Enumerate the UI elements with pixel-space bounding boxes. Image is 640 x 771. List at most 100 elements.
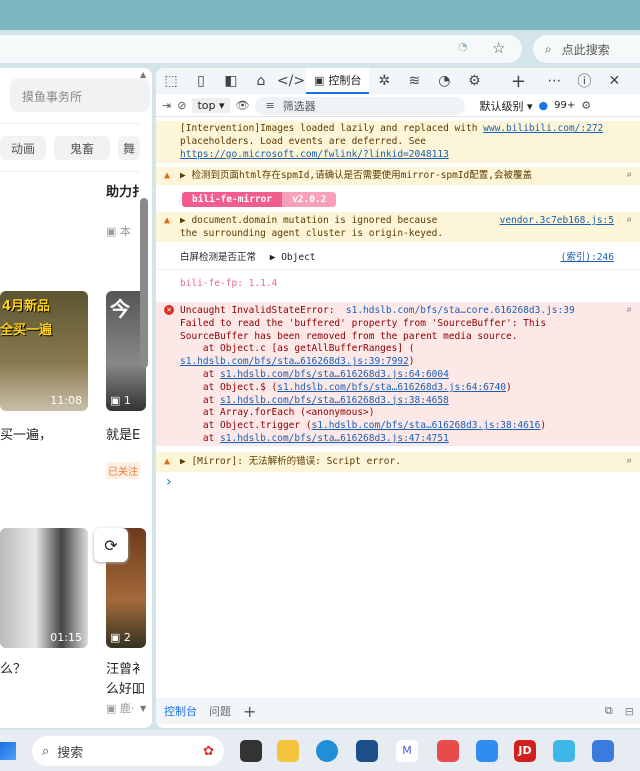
- task-view-icon[interactable]: [240, 740, 262, 762]
- console-message-warning: ▲ ▶ [Mirror]: 无法解析的错误: Script error. ⌕: [156, 452, 640, 472]
- thumb-caption: 今: [110, 297, 130, 321]
- dock-side-icon[interactable]: ◧: [216, 68, 246, 94]
- stack-line: at Object.$ (s1.hdslb.com/bfs/sta…616268…: [180, 382, 632, 395]
- docs-link[interactable]: https://go.microsoft.com/fwlink/?linkid=…: [180, 149, 632, 162]
- bilibili-app-icon[interactable]: [553, 740, 575, 762]
- video-thumbnail[interactable]: 01:15: [0, 528, 88, 648]
- taskbar: ⌕ 搜索 ✿ M JD: [0, 730, 640, 771]
- stack-source-link[interactable]: s1.hdslb.com/bfs/sta…616268d3.js:38:4658: [220, 395, 449, 406]
- devtools-tabbar: ⬚ ▯ ◧ ⌂ </> ▣ 控制台 ✲ ≋ ◔ ⚙ + ⋯ ⓘ ✕: [156, 68, 640, 94]
- add-drawer-tab-icon[interactable]: +: [243, 702, 256, 721]
- inspect-element-icon[interactable]: ⬚: [156, 68, 186, 94]
- source-link[interactable]: vendor.3c7eb168.js:5: [500, 215, 614, 228]
- play-count-value: 1: [123, 394, 131, 407]
- divider: [0, 123, 140, 124]
- stack-line: s1.hdslb.com/bfs/sta…616268d3.js:39:7992…: [180, 356, 632, 369]
- start-windows-icon[interactable]: [0, 742, 16, 760]
- help-icon[interactable]: ⓘ: [569, 68, 599, 94]
- refresh-feed-button[interactable]: ⟳: [94, 528, 128, 562]
- address-bar[interactable]: ◔ ☆: [0, 35, 522, 63]
- page-scrollbar-thumb[interactable]: [140, 198, 148, 368]
- jd-app-icon[interactable]: JD: [514, 740, 536, 762]
- video-title[interactable]: 买一遍，: [0, 424, 52, 443]
- taskbar-search[interactable]: ⌕ 搜索 ✿: [32, 736, 224, 766]
- search-message-icon[interactable]: ⌕: [626, 215, 632, 228]
- stack-text: at: [180, 368, 221, 380]
- console-prompt[interactable]: ›: [166, 474, 172, 490]
- chip-dance[interactable]: 舞: [118, 136, 140, 160]
- welcome-home-icon[interactable]: ⌂: [246, 68, 276, 94]
- video-duration: 11:08: [50, 394, 82, 407]
- search-message-icon[interactable]: ⌕: [626, 456, 632, 469]
- video-title[interactable]: 么？: [0, 658, 26, 677]
- stack-source-link[interactable]: s1.hdslb.com/bfs/sta…616268d3.js:47:4751: [220, 433, 449, 444]
- clear-console-icon[interactable]: ⊘: [177, 99, 186, 112]
- sources-bug-icon[interactable]: ✲: [369, 68, 399, 94]
- issues-icon[interactable]: ●: [539, 99, 549, 112]
- settings-gear-icon[interactable]: ⚙: [581, 99, 591, 112]
- chip-kichiku[interactable]: 鬼畜: [54, 136, 110, 160]
- uploader[interactable]: ▣ 鹿·: [106, 700, 134, 716]
- app-icon[interactable]: M: [396, 740, 418, 762]
- context-value: top: [197, 99, 216, 112]
- uploader-name: 本: [119, 225, 131, 238]
- memory-chip-icon[interactable]: ⚙: [459, 68, 489, 94]
- close-drawer-icon[interactable]: ⊟: [625, 705, 634, 718]
- scroll-down-arrow[interactable]: ▼: [140, 704, 146, 713]
- log-level-select[interactable]: 默认级别 ▾: [479, 98, 532, 114]
- message-text[interactable]: ▶ [Mirror]: 无法解析的错误: Script error.: [180, 456, 401, 467]
- drawer-tab-console[interactable]: 控制台: [164, 703, 197, 719]
- browser-search-box[interactable]: ⌕ 点此搜索: [533, 35, 640, 63]
- source-link[interactable]: s1.hdslb.com/bfs/sta…core.616268d3.js:39: [346, 305, 575, 316]
- video-title-line2[interactable]: 么好吅: [106, 678, 145, 697]
- video-thumbnail[interactable]: 4月新品 全买一遍 11:08: [0, 291, 88, 411]
- refresh-icon[interactable]: ◔: [458, 40, 468, 53]
- drawer-tab-issues[interactable]: 问题: [209, 703, 231, 719]
- file-explorer-icon[interactable]: [277, 740, 299, 762]
- scroll-up-arrow[interactable]: ▲: [140, 70, 146, 79]
- stack-text: ): [408, 356, 415, 368]
- search-message-icon[interactable]: ⌕: [626, 170, 632, 183]
- search-message-icon[interactable]: ⌕: [626, 305, 632, 318]
- feishu-app-icon[interactable]: [592, 740, 614, 762]
- object-expander[interactable]: ▶ Object: [270, 252, 316, 263]
- stack-text: at: [180, 432, 221, 444]
- network-wifi-icon[interactable]: ≋: [399, 68, 429, 94]
- message-text[interactable]: ▶ 检测到页面html存在spmId,请确认是否需要使用mirror-spmId…: [180, 170, 532, 181]
- search-icon: ⌕: [545, 41, 552, 56]
- stack-source-link[interactable]: s1.hdslb.com/bfs/sta…616268d3.js:64:6004: [220, 369, 449, 380]
- video-title[interactable]: 助力扌: [106, 181, 145, 200]
- stack-source-link[interactable]: s1.hdslb.com/bfs/sta…616268d3.js:39:7992: [180, 356, 409, 367]
- live-expression-eye-icon[interactable]: 👁: [236, 99, 250, 112]
- video-title[interactable]: 汪曾衤: [106, 658, 145, 677]
- video-title[interactable]: 就是E: [106, 424, 140, 443]
- context-selector[interactable]: top ▾: [192, 98, 230, 113]
- play-count-value: 2: [123, 631, 131, 644]
- dock-drawer-icon[interactable]: ⧉: [605, 704, 613, 718]
- issues-count[interactable]: 99+: [554, 100, 575, 111]
- stack-source-link[interactable]: s1.hdslb.com/bfs/sta…616268d3.js:38:4616: [312, 420, 541, 431]
- huawei-app-icon[interactable]: [437, 740, 459, 762]
- tab-console[interactable]: ▣ 控制台: [306, 68, 370, 94]
- more-tools-plus-icon[interactable]: +: [503, 68, 533, 94]
- stack-source-link[interactable]: s1.hdslb.com/bfs/sta…616268d3.js:64:6740: [277, 382, 506, 393]
- page-search-input[interactable]: 摸鱼事务所: [10, 78, 150, 112]
- favorite-star-icon[interactable]: ☆: [492, 39, 505, 57]
- device-emulation-icon[interactable]: ▯: [186, 68, 216, 94]
- store-icon[interactable]: [356, 740, 378, 762]
- divider: [0, 171, 140, 172]
- uploader[interactable]: ▣ 本: [106, 223, 131, 239]
- edge-browser-icon[interactable]: [316, 740, 338, 762]
- source-link[interactable]: (索引):246: [561, 252, 614, 265]
- more-options-icon[interactable]: ⋯: [539, 68, 569, 94]
- filter-icon: ≡: [265, 99, 275, 112]
- filter-input[interactable]: ≡ 筛选器: [255, 96, 466, 115]
- performance-gauge-icon[interactable]: ◔: [429, 68, 459, 94]
- elements-tab-icon[interactable]: </>: [276, 68, 306, 94]
- cloud-app-icon[interactable]: [476, 740, 498, 762]
- chip-anime[interactable]: 动画: [0, 136, 46, 160]
- console-message-warning: ▲ ▶ 检测到页面html存在spmId,请确认是否需要使用mirror-spm…: [156, 167, 640, 185]
- source-link[interactable]: www.bilibili.com/:272: [483, 123, 603, 134]
- sidebar-toggle-icon[interactable]: ⇥: [162, 99, 171, 112]
- close-devtools-icon[interactable]: ✕: [599, 68, 629, 94]
